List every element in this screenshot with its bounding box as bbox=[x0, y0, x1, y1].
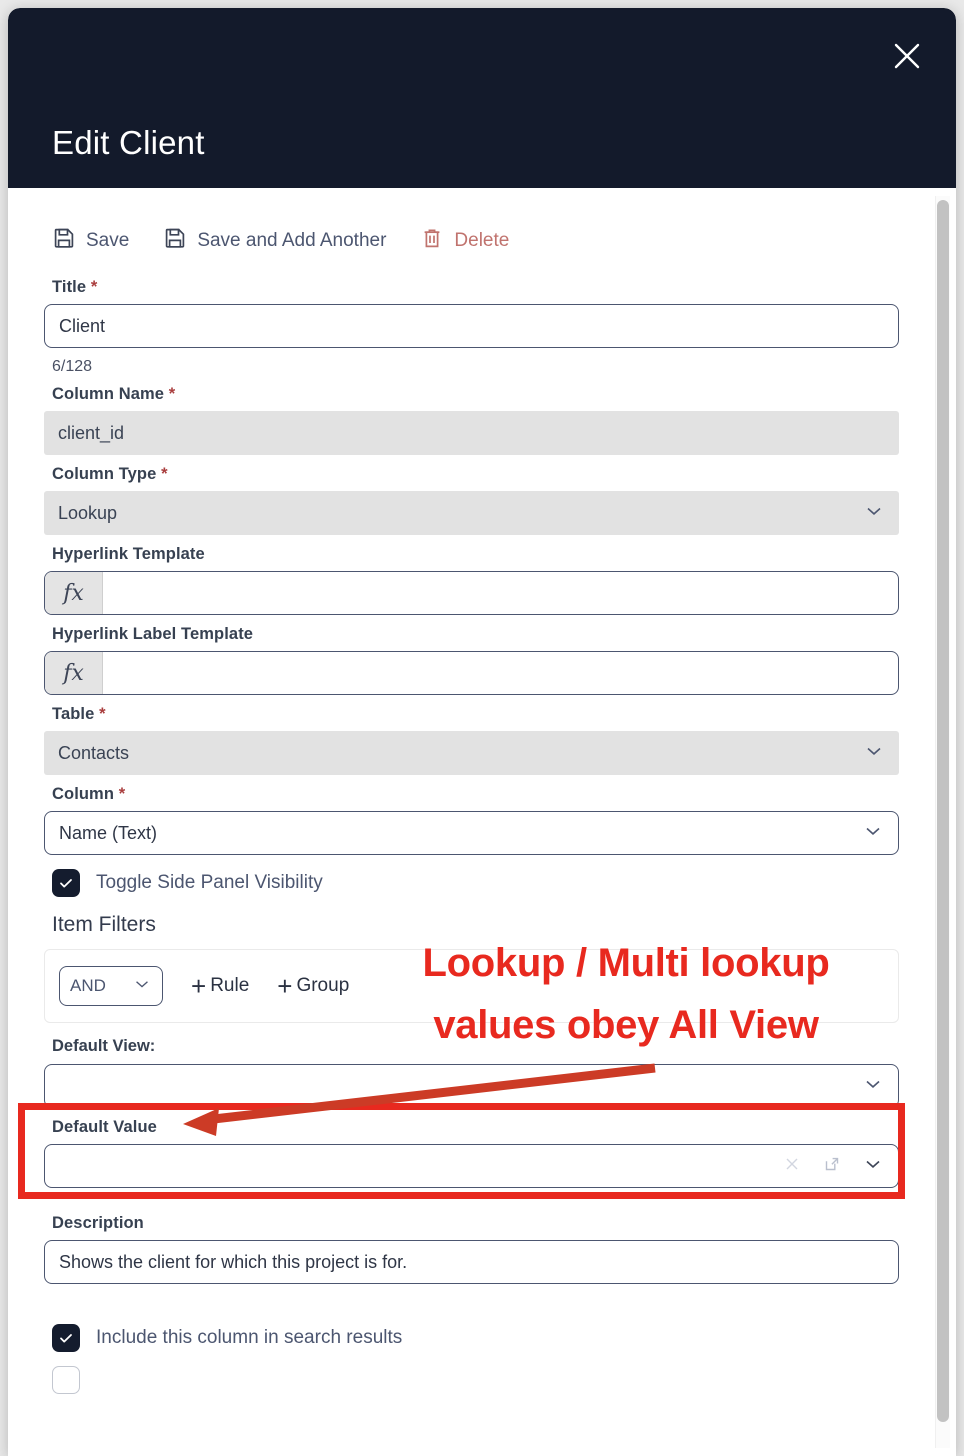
hyperlink-template-input[interactable]: fx bbox=[44, 571, 899, 615]
fx-icon: fx bbox=[45, 572, 103, 614]
add-rule-label: Rule bbox=[210, 975, 250, 996]
title-label: Title * bbox=[52, 278, 98, 296]
column-type-value: Lookup bbox=[58, 502, 118, 523]
toggle-side-panel-row[interactable]: Toggle Side Panel Visibility bbox=[52, 869, 899, 897]
hyperlink-label-template-input[interactable]: fx bbox=[44, 651, 899, 695]
item-filters-title: Item Filters bbox=[52, 913, 156, 936]
clipped-checkbox[interactable] bbox=[52, 1366, 80, 1394]
chevron-down-icon bbox=[862, 1073, 884, 1100]
action-toolbar: Save Save and Add Another Delete bbox=[44, 188, 899, 278]
hyperlink-label-template-label: Hyperlink Label Template bbox=[52, 625, 254, 643]
save-button-label: Save bbox=[86, 230, 130, 251]
chevron-down-icon bbox=[132, 974, 152, 999]
plus-icon: + bbox=[191, 971, 207, 1001]
toggle-side-panel-label: Toggle Side Panel Visibility bbox=[96, 872, 323, 893]
page-title: Edit Client bbox=[52, 124, 205, 161]
column-label: Column * bbox=[52, 785, 126, 803]
table-select: Contacts bbox=[44, 731, 899, 775]
include-in-search-row[interactable]: Include this column in search results bbox=[52, 1324, 899, 1352]
item-filters-panel: AND + Rule + Group bbox=[44, 949, 899, 1023]
default-view-select[interactable] bbox=[44, 1064, 899, 1108]
chevron-down-icon bbox=[863, 500, 885, 527]
floppy-disk-icon bbox=[52, 226, 76, 256]
default-view-label: Default View: bbox=[52, 1037, 156, 1055]
column-select[interactable]: Name (Text) bbox=[44, 811, 899, 855]
floppy-disk-icon bbox=[163, 226, 187, 256]
default-value-select[interactable] bbox=[44, 1144, 899, 1188]
table-value: Contacts bbox=[58, 742, 130, 763]
clear-icon[interactable] bbox=[782, 1154, 802, 1179]
column-name-input: client_id bbox=[44, 411, 899, 455]
filter-operator-value: AND bbox=[70, 976, 106, 995]
default-value-label: Default Value bbox=[52, 1118, 157, 1136]
column-type-label: Column Type * bbox=[52, 465, 168, 483]
toggle-side-panel-checkbox[interactable] bbox=[52, 869, 80, 897]
save-and-add-another-button[interactable]: Save and Add Another bbox=[163, 226, 386, 256]
add-rule-button[interactable]: + Rule bbox=[191, 973, 249, 999]
description-input[interactable]: Shows the client for which this project … bbox=[44, 1240, 899, 1284]
column-name-value: client_id bbox=[58, 422, 125, 443]
edit-client-modal: Edit Client Save Save and Add Another De… bbox=[8, 8, 956, 1456]
clipped-checkbox-row[interactable] bbox=[52, 1366, 899, 1394]
scrollbar-thumb[interactable] bbox=[937, 200, 949, 1422]
save-and-add-another-label: Save and Add Another bbox=[197, 230, 387, 251]
column-value: Name (Text) bbox=[59, 822, 158, 843]
fx-icon: fx bbox=[45, 652, 103, 694]
include-in-search-label: Include this column in search results bbox=[96, 1327, 403, 1348]
column-type-select: Lookup bbox=[44, 491, 899, 535]
plus-icon: + bbox=[277, 971, 293, 1001]
modal-body: Save Save and Add Another Delete Title *… bbox=[8, 188, 956, 1456]
add-group-label: Group bbox=[296, 975, 350, 996]
table-label: Table * bbox=[52, 705, 106, 723]
trash-icon bbox=[420, 226, 444, 256]
chevron-down-icon bbox=[862, 820, 884, 847]
close-icon[interactable] bbox=[886, 35, 928, 77]
modal-header: Edit Client bbox=[8, 8, 956, 188]
column-name-label: Column Name * bbox=[52, 385, 176, 403]
delete-button-label: Delete bbox=[454, 230, 510, 251]
screen: Edit Client Save Save and Add Another De… bbox=[0, 0, 964, 1456]
filter-operator-select[interactable]: AND bbox=[59, 966, 163, 1006]
title-char-counter: 6/128 bbox=[52, 358, 93, 375]
chevron-down-icon[interactable] bbox=[862, 1153, 884, 1180]
form-scroll-area: Save Save and Add Another Delete Title *… bbox=[8, 188, 956, 1456]
delete-button[interactable]: Delete bbox=[420, 226, 509, 256]
add-group-button[interactable]: + Group bbox=[277, 973, 349, 999]
title-input[interactable]: Client bbox=[44, 304, 899, 348]
open-external-icon[interactable] bbox=[822, 1154, 842, 1179]
save-button[interactable]: Save bbox=[52, 226, 129, 256]
chevron-down-icon bbox=[863, 740, 885, 767]
hyperlink-template-label: Hyperlink Template bbox=[52, 545, 205, 563]
description-label: Description bbox=[52, 1214, 144, 1232]
include-in-search-checkbox[interactable] bbox=[52, 1324, 80, 1352]
title-input-value: Client bbox=[59, 315, 106, 336]
description-value: Shows the client for which this project … bbox=[59, 1251, 408, 1272]
